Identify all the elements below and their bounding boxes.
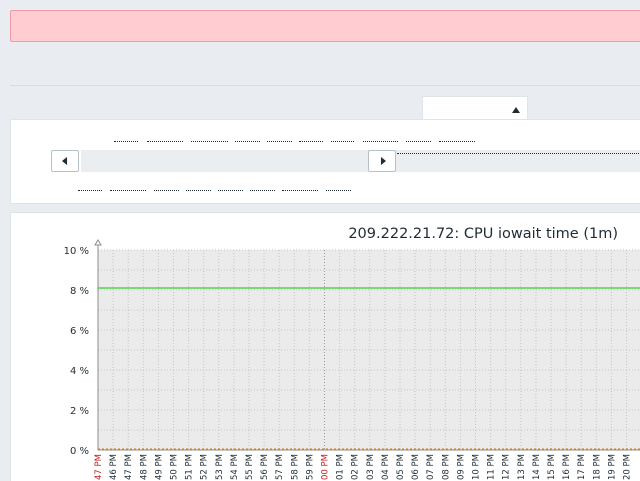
x-tick-label: 06 PM <box>411 454 421 480</box>
y-tick-label: 4 % <box>70 366 89 377</box>
x-tick-label: 00 PM <box>321 454 331 480</box>
x-tick-label: 13 PM <box>517 454 527 480</box>
x-tick-label: 11 PM <box>487 454 497 480</box>
y-tick-label: 0 % <box>70 446 89 457</box>
x-tick-label: 04 PM <box>381 454 391 480</box>
x-tick-label: 05 PM <box>396 454 406 480</box>
chart-title: 209.222.21.72: CPU iowait time (1m) <box>348 226 618 242</box>
x-tick-label: 59 PM <box>305 454 315 480</box>
x-tick-label: 51 PM <box>185 454 195 480</box>
x-tick-label: 18 PM <box>592 454 602 480</box>
y-axis-arrow-icon <box>94 239 102 246</box>
x-tick-label: 49 PM <box>154 454 164 480</box>
x-tick-label: 16 PM <box>562 454 572 480</box>
x-tick-label: 02 PM <box>351 454 361 480</box>
x-tick-label: 53 PM <box>215 454 225 480</box>
x-tick-label: 54 PM <box>230 454 240 480</box>
x-tick-label: 19 PM <box>607 454 617 480</box>
x-tick-label: 46 PM <box>109 454 119 480</box>
x-tick-label: 17 PM <box>577 454 587 480</box>
x-tick-label: 03 PM <box>366 454 376 480</box>
x-tick-label: 58 PM <box>290 454 300 480</box>
y-tick-label: 6 % <box>70 326 89 337</box>
x-tick-label: 15 PM <box>547 454 557 480</box>
x-tick-label: 14 PM <box>532 454 542 480</box>
x-tick-label: 01 PM <box>336 454 346 480</box>
y-tick-label: 2 % <box>70 406 89 417</box>
graph-panel: 209.222.21.72: CPU iowait time (1m) 47 P… <box>10 212 640 481</box>
x-tick-label: 55 PM <box>245 454 255 480</box>
cpu-iowait-graph: 209.222.21.72: CPU iowait time (1m) 47 P… <box>64 226 640 480</box>
x-tick-label: 47 PM <box>124 454 134 480</box>
x-tick-label: 50 PM <box>170 454 180 480</box>
x-tick-label: 47 PM <box>94 454 104 480</box>
x-tick-label: 07 PM <box>426 454 436 480</box>
x-tick-label: 08 PM <box>441 454 451 480</box>
x-tick-label: 57 PM <box>275 454 285 480</box>
x-tick-label: 09 PM <box>456 454 466 480</box>
y-tick-label: 10 % <box>64 246 89 257</box>
x-tick-label: 20 PM <box>623 454 633 480</box>
x-tick-label: 12 PM <box>502 454 512 480</box>
x-tick-label: 52 PM <box>200 454 210 480</box>
x-tick-label: 48 PM <box>139 454 149 480</box>
x-tick-label: 10 PM <box>472 454 482 480</box>
y-tick-label: 8 % <box>70 286 89 297</box>
x-tick-label: 56 PM <box>260 454 270 480</box>
